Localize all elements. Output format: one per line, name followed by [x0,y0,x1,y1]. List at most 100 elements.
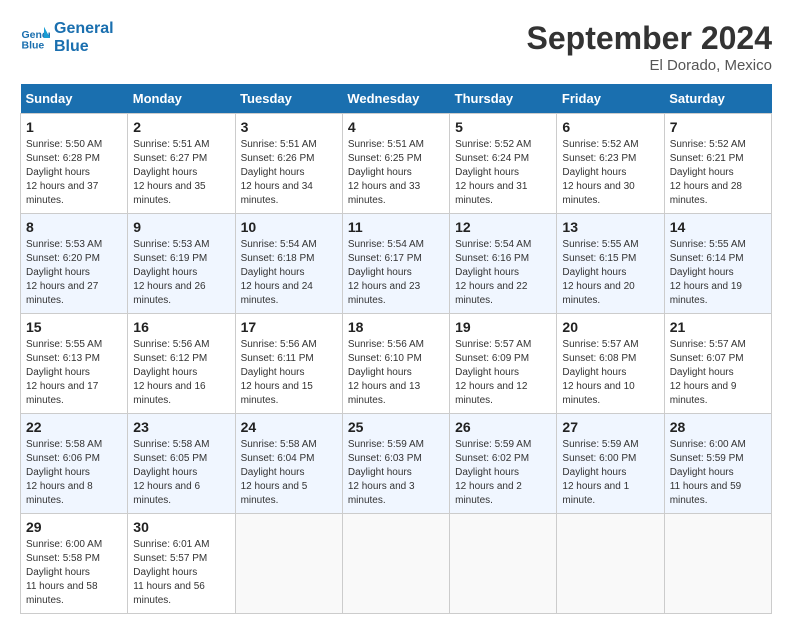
day-number: 8 [26,219,122,235]
day-number: 13 [562,219,658,235]
col-tuesday: Tuesday [235,84,342,114]
calendar-day-cell: 5 Sunrise: 5:52 AM Sunset: 6:24 PM Dayli… [450,114,557,214]
day-number: 29 [26,519,122,535]
day-number: 30 [133,519,229,535]
calendar-day-cell: 6 Sunrise: 5:52 AM Sunset: 6:23 PM Dayli… [557,114,664,214]
day-number: 27 [562,419,658,435]
calendar-week-row: 29 Sunrise: 6:00 AM Sunset: 5:58 PM Dayl… [21,514,772,614]
day-number: 5 [455,119,551,135]
day-number: 22 [26,419,122,435]
logo-text-blue: Blue [54,38,114,56]
svg-text:Blue: Blue [22,39,45,51]
day-info: Sunrise: 6:00 AM Sunset: 5:59 PM Dayligh… [670,438,766,508]
calendar-day-cell: 8 Sunrise: 5:53 AM Sunset: 6:20 PM Dayli… [21,214,128,314]
day-info: Sunrise: 6:01 AM Sunset: 5:57 PM Dayligh… [133,538,229,608]
day-number: 16 [133,319,229,335]
calendar-day-cell: 15 Sunrise: 5:55 AM Sunset: 6:13 PM Dayl… [21,314,128,414]
day-info: Sunrise: 5:54 AM Sunset: 6:16 PM Dayligh… [455,238,551,308]
calendar-day-cell: 17 Sunrise: 5:56 AM Sunset: 6:11 PM Dayl… [235,314,342,414]
day-number: 28 [670,419,766,435]
logo-icon: General Blue [20,23,50,53]
col-thursday: Thursday [450,84,557,114]
day-number: 9 [133,219,229,235]
logo-text-general: General [54,20,114,37]
day-info: Sunrise: 5:51 AM Sunset: 6:26 PM Dayligh… [241,138,337,208]
calendar-week-row: 1 Sunrise: 5:50 AM Sunset: 6:28 PM Dayli… [21,114,772,214]
day-number: 2 [133,119,229,135]
calendar-day-cell: 2 Sunrise: 5:51 AM Sunset: 6:27 PM Dayli… [128,114,235,214]
day-info: Sunrise: 5:57 AM Sunset: 6:09 PM Dayligh… [455,338,551,408]
day-number: 17 [241,319,337,335]
calendar-day-cell: 19 Sunrise: 5:57 AM Sunset: 6:09 PM Dayl… [450,314,557,414]
day-number: 15 [26,319,122,335]
day-info: Sunrise: 5:55 AM Sunset: 6:13 PM Dayligh… [26,338,122,408]
calendar-day-cell [342,514,449,614]
day-info: Sunrise: 5:58 AM Sunset: 6:04 PM Dayligh… [241,438,337,508]
calendar-day-cell: 16 Sunrise: 5:56 AM Sunset: 6:12 PM Dayl… [128,314,235,414]
day-info: Sunrise: 5:51 AM Sunset: 6:27 PM Dayligh… [133,138,229,208]
col-friday: Friday [557,84,664,114]
calendar-day-cell [664,514,771,614]
calendar-day-cell: 13 Sunrise: 5:55 AM Sunset: 6:15 PM Dayl… [557,214,664,314]
calendar-day-cell: 7 Sunrise: 5:52 AM Sunset: 6:21 PM Dayli… [664,114,771,214]
day-info: Sunrise: 5:56 AM Sunset: 6:12 PM Dayligh… [133,338,229,408]
calendar-day-cell: 28 Sunrise: 6:00 AM Sunset: 5:59 PM Dayl… [664,414,771,514]
day-number: 25 [348,419,444,435]
title-section: September 2024 El Dorado, Mexico [527,20,772,74]
day-info: Sunrise: 5:58 AM Sunset: 6:06 PM Dayligh… [26,438,122,508]
day-number: 18 [348,319,444,335]
day-number: 20 [562,319,658,335]
calendar-week-row: 22 Sunrise: 5:58 AM Sunset: 6:06 PM Dayl… [21,414,772,514]
calendar-day-cell: 26 Sunrise: 5:59 AM Sunset: 6:02 PM Dayl… [450,414,557,514]
calendar-day-cell: 30 Sunrise: 6:01 AM Sunset: 5:57 PM Dayl… [128,514,235,614]
calendar-table: Sunday Monday Tuesday Wednesday Thursday… [20,84,772,614]
calendar-day-cell: 20 Sunrise: 5:57 AM Sunset: 6:08 PM Dayl… [557,314,664,414]
calendar-day-cell: 25 Sunrise: 5:59 AM Sunset: 6:03 PM Dayl… [342,414,449,514]
location-text: El Dorado, Mexico [527,57,772,74]
calendar-week-row: 15 Sunrise: 5:55 AM Sunset: 6:13 PM Dayl… [21,314,772,414]
calendar-day-cell: 21 Sunrise: 5:57 AM Sunset: 6:07 PM Dayl… [664,314,771,414]
day-info: Sunrise: 5:54 AM Sunset: 6:17 PM Dayligh… [348,238,444,308]
calendar-day-cell: 3 Sunrise: 5:51 AM Sunset: 6:26 PM Dayli… [235,114,342,214]
calendar-day-cell: 14 Sunrise: 5:55 AM Sunset: 6:14 PM Dayl… [664,214,771,314]
day-info: Sunrise: 5:59 AM Sunset: 6:03 PM Dayligh… [348,438,444,508]
calendar-day-cell: 18 Sunrise: 5:56 AM Sunset: 6:10 PM Dayl… [342,314,449,414]
day-number: 1 [26,119,122,135]
day-number: 23 [133,419,229,435]
day-number: 3 [241,119,337,135]
calendar-header-row: Sunday Monday Tuesday Wednesday Thursday… [21,84,772,114]
calendar-day-cell: 9 Sunrise: 5:53 AM Sunset: 6:19 PM Dayli… [128,214,235,314]
day-info: Sunrise: 6:00 AM Sunset: 5:58 PM Dayligh… [26,538,122,608]
calendar-day-cell [235,514,342,614]
logo: General Blue General Blue [20,20,114,55]
day-info: Sunrise: 5:53 AM Sunset: 6:20 PM Dayligh… [26,238,122,308]
calendar-day-cell: 10 Sunrise: 5:54 AM Sunset: 6:18 PM Dayl… [235,214,342,314]
day-info: Sunrise: 5:52 AM Sunset: 6:21 PM Dayligh… [670,138,766,208]
col-saturday: Saturday [664,84,771,114]
page-header: General Blue General Blue September 2024… [20,20,772,74]
day-info: Sunrise: 5:50 AM Sunset: 6:28 PM Dayligh… [26,138,122,208]
calendar-day-cell [450,514,557,614]
calendar-day-cell: 1 Sunrise: 5:50 AM Sunset: 6:28 PM Dayli… [21,114,128,214]
calendar-day-cell: 29 Sunrise: 6:00 AM Sunset: 5:58 PM Dayl… [21,514,128,614]
day-info: Sunrise: 5:55 AM Sunset: 6:15 PM Dayligh… [562,238,658,308]
day-info: Sunrise: 5:52 AM Sunset: 6:24 PM Dayligh… [455,138,551,208]
col-sunday: Sunday [21,84,128,114]
day-number: 11 [348,219,444,235]
day-info: Sunrise: 5:59 AM Sunset: 6:02 PM Dayligh… [455,438,551,508]
calendar-day-cell: 12 Sunrise: 5:54 AM Sunset: 6:16 PM Dayl… [450,214,557,314]
day-info: Sunrise: 5:51 AM Sunset: 6:25 PM Dayligh… [348,138,444,208]
day-info: Sunrise: 5:55 AM Sunset: 6:14 PM Dayligh… [670,238,766,308]
calendar-day-cell: 22 Sunrise: 5:58 AM Sunset: 6:06 PM Dayl… [21,414,128,514]
day-info: Sunrise: 5:54 AM Sunset: 6:18 PM Dayligh… [241,238,337,308]
day-number: 4 [348,119,444,135]
day-number: 7 [670,119,766,135]
calendar-day-cell [557,514,664,614]
col-monday: Monday [128,84,235,114]
day-number: 6 [562,119,658,135]
calendar-day-cell: 23 Sunrise: 5:58 AM Sunset: 6:05 PM Dayl… [128,414,235,514]
calendar-week-row: 8 Sunrise: 5:53 AM Sunset: 6:20 PM Dayli… [21,214,772,314]
col-wednesday: Wednesday [342,84,449,114]
day-number: 21 [670,319,766,335]
calendar-day-cell: 11 Sunrise: 5:54 AM Sunset: 6:17 PM Dayl… [342,214,449,314]
